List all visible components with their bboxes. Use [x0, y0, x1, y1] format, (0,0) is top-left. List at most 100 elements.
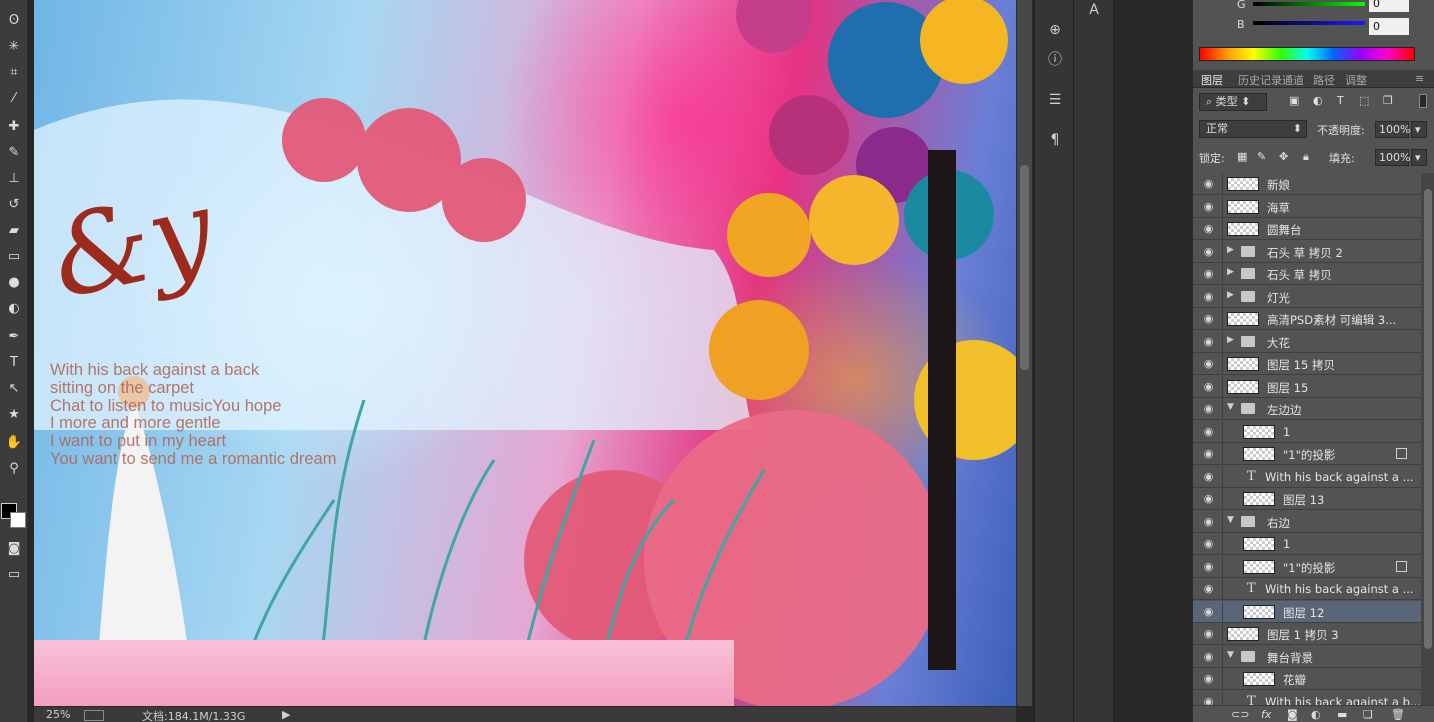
filter-toggle[interactable] [1419, 94, 1427, 108]
layer-row[interactable]: ◉ 图层 1 拷贝 3 [1193, 623, 1421, 645]
layer-name[interactable]: 圆舞台 [1267, 222, 1302, 238]
adjustments-icon[interactable]: ☰ [1045, 90, 1065, 110]
adjustment-icon[interactable]: ◐ [1311, 708, 1321, 721]
panel-tab[interactable]: 图层 [1201, 72, 1223, 88]
layer-name[interactable]: With his back against a ... [1265, 470, 1414, 484]
layer-row[interactable]: ◉ 图层 15 拷贝 [1193, 353, 1421, 375]
layer-row[interactable]: ◉ 高清PSD素材 可编辑 3... [1193, 308, 1421, 330]
expand-right-icon[interactable]: ▶ [1227, 267, 1234, 277]
eye-icon[interactable]: ◉ [1202, 672, 1215, 685]
visibility-toggle[interactable]: ◉ [1193, 195, 1223, 218]
layer-row[interactable]: ◉ 1 [1193, 533, 1421, 555]
lock-transparent-icon[interactable]: ▦ [1237, 150, 1247, 163]
layer-row[interactable]: ◉ 圆舞台 [1193, 218, 1421, 240]
expand-down-icon[interactable]: ▼ [1227, 650, 1234, 660]
layer-name[interactable]: 舞台背景 [1267, 650, 1313, 666]
panel-menu-icon[interactable]: ≡ [1415, 72, 1424, 85]
folder-icon[interactable]: ▬ [1337, 708, 1347, 721]
visibility-toggle[interactable]: ◉ [1193, 645, 1223, 668]
zoom-level[interactable]: 25% [46, 708, 70, 721]
eye-icon[interactable]: ◉ [1202, 537, 1215, 550]
layer-name[interactable]: 海草 [1267, 200, 1290, 216]
layers-scrollbar[interactable] [1421, 173, 1434, 705]
lock-all-icon[interactable]: 🔒︎ [1303, 150, 1309, 164]
expand-down-icon[interactable]: ▼ [1227, 402, 1234, 412]
layer-name[interactable]: 图层 13 [1283, 492, 1324, 508]
visibility-toggle[interactable]: ◉ [1193, 690, 1223, 705]
eye-icon[interactable]: ◉ [1202, 447, 1215, 460]
layer-name[interactable]: 左边边 [1267, 402, 1302, 418]
visibility-toggle[interactable]: ◉ [1193, 353, 1223, 375]
visibility-toggle[interactable]: ◉ [1193, 600, 1223, 623]
eye-icon[interactable]: ◉ [1202, 245, 1215, 258]
layer-name[interactable]: 新娘 [1267, 177, 1290, 193]
layer-row[interactable]: ◉ "1"的投影 [1193, 443, 1421, 465]
g-value[interactable]: 0 [1369, 0, 1409, 12]
layer-name[interactable]: 图层 15 [1267, 380, 1308, 396]
layer-row[interactable]: ◉ 花瓣 [1193, 668, 1421, 690]
eye-icon[interactable]: ◉ [1202, 627, 1215, 640]
shape-icon[interactable]: ★ [4, 404, 24, 424]
layer-row[interactable]: ◉ T With his back against a ... [1193, 578, 1421, 600]
layer-name[interactable]: With his back against a b... [1265, 695, 1421, 706]
layer-row[interactable]: ◉ ▶ 石头 草 拷贝 2 [1193, 240, 1421, 263]
eye-icon[interactable]: ◉ [1202, 515, 1215, 528]
eye-icon[interactable]: ◉ [1202, 492, 1215, 505]
eye-icon[interactable]: ◉ [1202, 425, 1215, 438]
layer-row[interactable]: ◉ ▼ 左边边 [1193, 398, 1421, 420]
fill-dropdown-icon[interactable]: ▾ [1411, 149, 1427, 166]
eye-icon[interactable]: ◉ [1202, 312, 1215, 325]
gradient-icon[interactable]: ▭ [4, 246, 24, 266]
expand-down-icon[interactable]: ▼ [1227, 515, 1234, 525]
eye-icon[interactable]: ◉ [1202, 200, 1215, 213]
zoom-icon[interactable]: ⚲ [4, 458, 24, 478]
panel-tab[interactable]: 历史记录 [1238, 72, 1282, 88]
eye-icon[interactable]: ◉ [1202, 605, 1215, 618]
type-icon[interactable]: T [4, 352, 24, 372]
visibility-toggle[interactable]: ◉ [1193, 330, 1223, 353]
visibility-toggle[interactable]: ◉ [1193, 555, 1223, 578]
layer-name[interactable]: "1"的投影 [1283, 447, 1335, 463]
lasso-icon[interactable]: ʘ [4, 10, 24, 30]
layer-name[interactable]: 图层 12 [1283, 605, 1324, 621]
layer-name[interactable]: 1 [1283, 425, 1290, 439]
color-spectrum[interactable] [1199, 47, 1415, 61]
blend-mode-dropdown[interactable]: 正常 ⬍ [1199, 120, 1307, 138]
visibility-toggle[interactable]: ◉ [1193, 510, 1223, 533]
layer-name[interactable]: 图层 1 拷贝 3 [1267, 627, 1339, 643]
layer-name[interactable]: 1 [1283, 537, 1290, 551]
layer-row[interactable]: ◉ T With his back against a ... [1193, 465, 1421, 488]
info-icon[interactable]: ⓘ [1045, 50, 1065, 70]
layer-row[interactable]: ◉ 图层 13 [1193, 488, 1421, 510]
document-canvas[interactable]: &y With his back against a back sitting o… [34, 0, 1016, 706]
visibility-toggle[interactable]: ◉ [1193, 533, 1223, 555]
visibility-toggle[interactable]: ◉ [1193, 375, 1223, 398]
layer-name[interactable]: 大花 [1267, 335, 1290, 351]
layer-name[interactable]: 石头 草 拷贝 [1267, 267, 1332, 283]
history-brush-icon[interactable]: ↺ [4, 194, 24, 214]
quick-mask-icon[interactable]: ◙ [4, 538, 24, 558]
expand-right-icon[interactable]: ▶ [1227, 335, 1234, 345]
visibility-toggle[interactable]: ◉ [1193, 173, 1223, 195]
pen-icon[interactable]: ✒ [4, 326, 24, 346]
paragraph-icon[interactable]: ¶ [1045, 130, 1065, 150]
eye-icon[interactable]: ◉ [1202, 267, 1215, 280]
eye-icon[interactable]: ◉ [1202, 650, 1215, 663]
lock-paint-icon[interactable]: ✎ [1257, 150, 1266, 163]
eye-icon[interactable]: ◉ [1202, 582, 1215, 595]
filter-pixel-icon[interactable]: ▣ [1289, 94, 1299, 107]
visibility-toggle[interactable]: ◉ [1193, 308, 1223, 330]
eye-icon[interactable]: ◉ [1202, 560, 1215, 573]
visibility-toggle[interactable]: ◉ [1193, 488, 1223, 510]
layer-row[interactable]: ◉ T With his back against a b... [1193, 690, 1421, 706]
g-slider[interactable] [1253, 2, 1365, 6]
panel-tab[interactable]: 调整 [1345, 72, 1367, 88]
layer-row[interactable]: ◉ 新娘 [1193, 173, 1421, 195]
layer-row[interactable]: ◉ 图层 15 [1193, 375, 1421, 398]
layer-row[interactable]: ◉ ▼ 右边 [1193, 510, 1421, 533]
visibility-toggle[interactable]: ◉ [1193, 420, 1223, 443]
stamp-icon[interactable]: ⊥ [4, 168, 24, 188]
layer-row[interactable]: ◉ ▼ 舞台背景 [1193, 645, 1421, 668]
opacity-dropdown-icon[interactable]: ▾ [1411, 121, 1427, 138]
properties-icon[interactable]: ⊕ [1045, 20, 1065, 40]
